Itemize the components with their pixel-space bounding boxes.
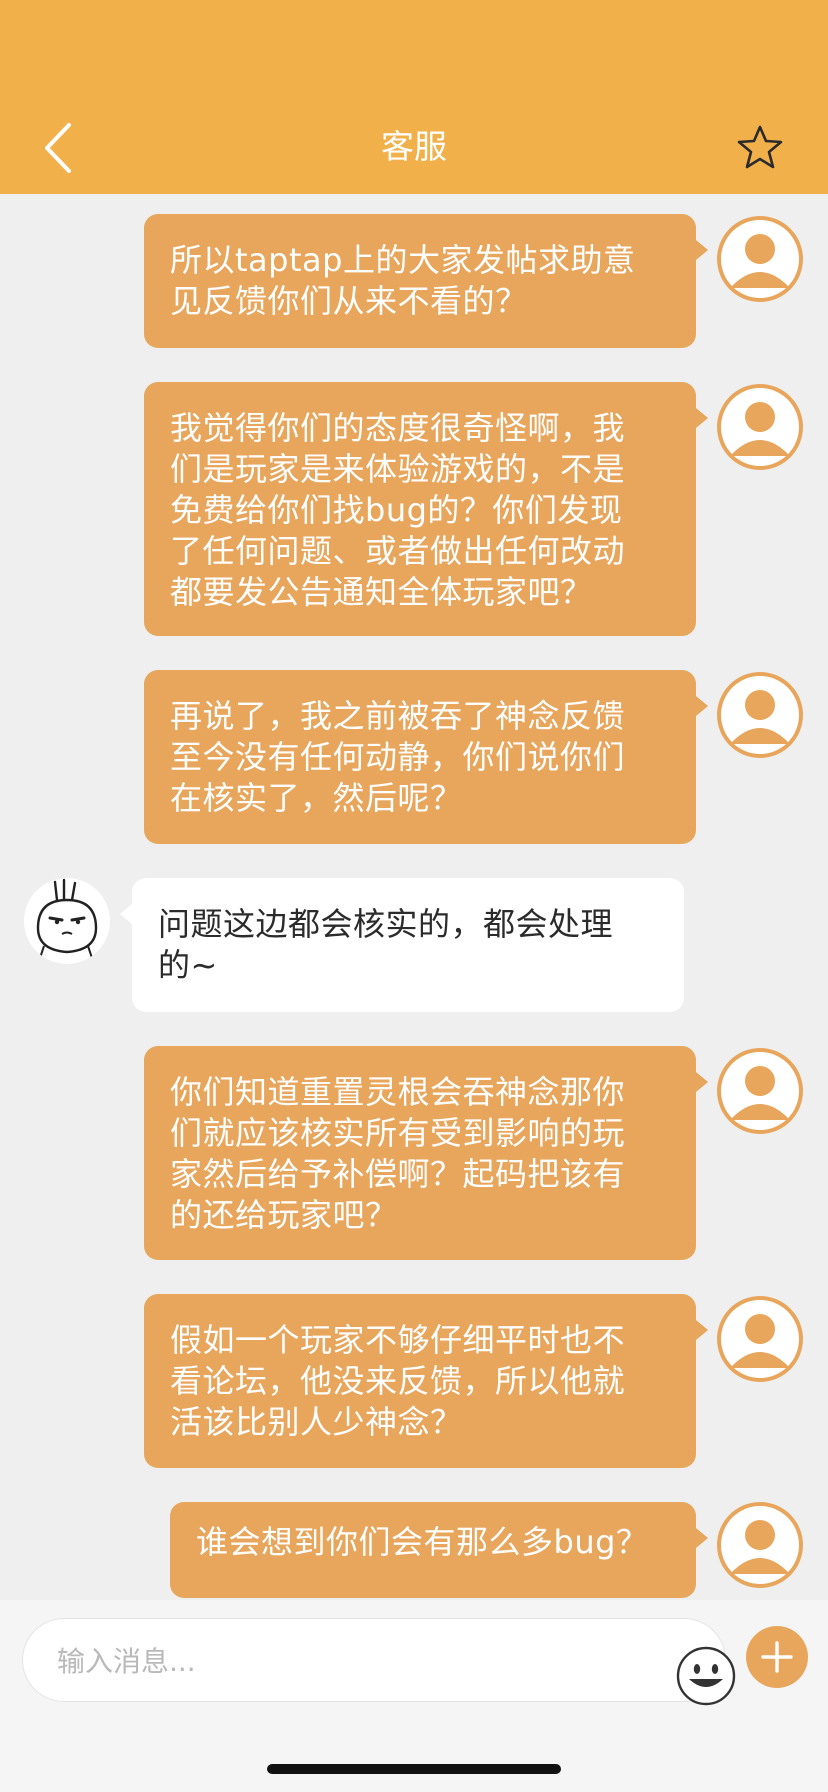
bunny-avatar-icon (25, 878, 109, 963)
user-avatar-icon (721, 1506, 799, 1584)
message-input[interactable] (57, 1637, 617, 1685)
chat-area[interactable]: 所以taptap上的大家发帖求助意 见反馈你们从来不看的？ 我觉得你们的态度很奇… (0, 194, 828, 1600)
emoji-button[interactable] (675, 1645, 737, 1707)
user-message-bubble[interactable]: 假如一个玩家不够仔细平时也不 看论坛，他没来反馈，所以他就 活该比别人少神念？ (144, 1294, 708, 1468)
user-avatar[interactable] (717, 672, 803, 758)
user-avatar-icon (721, 676, 799, 754)
user-message-bubble[interactable]: 我觉得你们的态度很奇怪啊，我 们是玩家是来体验游戏的，不是 免费给你们找bug的… (144, 382, 708, 636)
user-avatar[interactable] (717, 384, 803, 470)
user-avatar[interactable] (717, 1296, 803, 1382)
user-message-bubble[interactable]: 所以taptap上的大家发帖求助意 见反馈你们从来不看的？ (144, 214, 708, 348)
star-outline-icon (737, 125, 783, 169)
add-attachment-button[interactable] (746, 1626, 808, 1688)
page-title: 客服 (381, 127, 447, 166)
header-bar: 客服 (0, 0, 828, 194)
user-avatar[interactable] (717, 1502, 803, 1588)
user-avatar[interactable] (717, 1048, 803, 1134)
user-avatar-icon (721, 388, 799, 466)
plus-icon (761, 1641, 793, 1673)
user-avatar[interactable] (717, 216, 803, 302)
user-avatar-icon (721, 1300, 799, 1378)
home-indicator (267, 1764, 561, 1774)
user-message-bubble[interactable]: 再说了，我之前被吞了神念反馈 至今没有任何动静，你们说你们 在核实了，然后呢？ (144, 670, 708, 844)
user-message-bubble[interactable]: 谁会想到你们会有那么多bug？ (170, 1502, 708, 1598)
user-avatar-icon (721, 220, 799, 298)
favorite-button[interactable] (734, 122, 786, 172)
smiley-icon (676, 1646, 736, 1706)
user-message-bubble[interactable]: 你们知道重置灵根会吞神念那你 们就应该核实所有受到影响的玩 家然后给予补偿啊？起… (144, 1046, 708, 1260)
user-avatar-icon (721, 1052, 799, 1130)
agent-avatar[interactable] (24, 878, 110, 964)
agent-message-bubble[interactable]: 问题这边都会核实的，都会处理 的~ (120, 878, 684, 1012)
message-input-container (22, 1618, 736, 1706)
